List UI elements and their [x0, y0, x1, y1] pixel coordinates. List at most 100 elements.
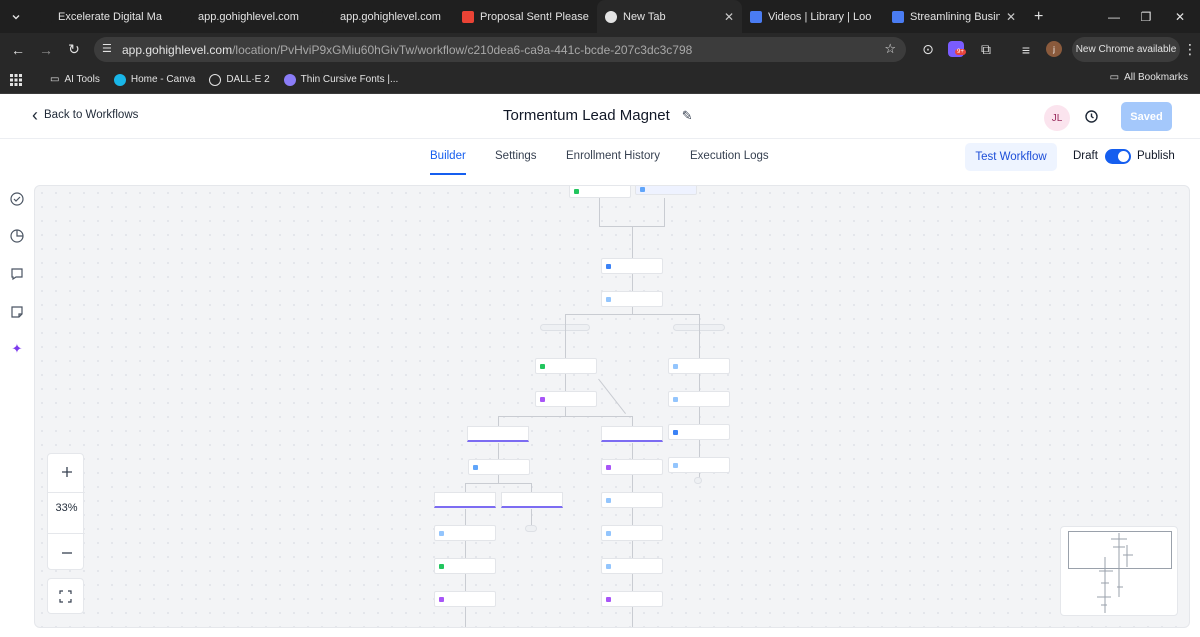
tab-label: app.gohighlevel.com — [198, 10, 299, 23]
connector — [565, 314, 699, 315]
extension-icon[interactable]: 9+ — [948, 41, 966, 57]
action-node[interactable] — [601, 459, 663, 475]
browser-tab-active[interactable]: New Tab ✕ — [597, 0, 742, 33]
bookmark-canva[interactable]: Home - Canva — [113, 73, 195, 86]
condition-node[interactable] — [468, 459, 530, 475]
action-node[interactable] — [668, 358, 730, 374]
action-node[interactable] — [601, 258, 663, 274]
tab-close-icon[interactable]: ✕ — [1006, 10, 1016, 24]
browser-tab[interactable]: app.gohighlevel.com — [314, 0, 454, 33]
zoom-out-button[interactable] — [48, 535, 85, 571]
action-node[interactable] — [601, 291, 663, 307]
action-node[interactable] — [434, 525, 496, 541]
browser-tab-strip: Excelerate Digital Ma app.gohighlevel.co… — [0, 0, 1200, 33]
connector — [465, 483, 466, 492]
address-bar[interactable]: ☰ app.gohighlevel.com/location/PvHviP9xG… — [94, 37, 906, 62]
bookmark-star-icon[interactable]: ☆ — [884, 41, 896, 57]
ai-sparkle-icon[interactable]: ✦ — [10, 341, 24, 356]
tab-close-icon[interactable]: ✕ — [724, 10, 734, 24]
new-tab-icon[interactable]: + — [1024, 8, 1053, 26]
tab-label: app.gohighlevel.com — [340, 10, 441, 23]
action-node[interactable] — [668, 424, 730, 440]
connector — [498, 416, 632, 417]
action-node[interactable] — [601, 591, 663, 607]
chrome-menu-icon[interactable]: ⋮ — [1176, 36, 1200, 64]
action-node[interactable] — [668, 391, 730, 407]
new-chrome-available-button[interactable]: New Chrome available — [1072, 37, 1180, 62]
action-node[interactable] — [434, 558, 496, 574]
edit-pencil-icon[interactable]: ✎ — [682, 108, 693, 124]
close-window-icon[interactable]: ✕ — [1164, 0, 1196, 33]
connector — [632, 574, 633, 591]
all-bookmarks-label: All Bookmarks — [1124, 72, 1188, 83]
bookmark-label: AI Tools — [64, 74, 100, 85]
browser-tab[interactable]: Videos | Library | Loo — [742, 0, 884, 33]
folder-icon: ▭ — [1109, 72, 1120, 83]
history-icon[interactable] — [1084, 109, 1099, 128]
connector — [465, 509, 466, 525]
browser-tab[interactable]: Proposal Sent! Please — [454, 0, 597, 33]
connector — [699, 407, 700, 424]
back-arrow-icon[interactable]: ← — [4, 36, 32, 64]
trigger-node[interactable] — [569, 186, 631, 198]
media-queue-icon[interactable]: ≡ — [1012, 36, 1040, 64]
browser-tab[interactable]: Excelerate Digital Ma — [32, 0, 172, 33]
workflow-canvas[interactable] — [34, 185, 1190, 628]
action-node[interactable] — [535, 391, 597, 407]
reading-mode-icon[interactable]: ⊙ — [914, 36, 942, 64]
action-node[interactable] — [668, 457, 730, 473]
browser-tab[interactable]: Streamlining Busines ✕ — [884, 0, 1024, 33]
branch-node[interactable] — [434, 492, 496, 508]
bookmark-thin-cursive-fonts[interactable]: Thin Cursive Fonts |... — [283, 73, 398, 86]
pie-chart-icon[interactable] — [10, 229, 24, 243]
action-node[interactable] — [601, 492, 663, 508]
add-trigger-node[interactable] — [635, 186, 697, 195]
action-node[interactable] — [434, 591, 496, 607]
comment-icon[interactable] — [10, 267, 24, 281]
zoom-in-button[interactable] — [48, 454, 85, 490]
check-circle-icon[interactable] — [10, 192, 24, 206]
all-bookmarks[interactable]: ▭ All Bookmarks — [1110, 72, 1188, 83]
wait-contact-reply-node[interactable] — [467, 426, 529, 442]
bookmark-label: DALL·E 2 — [226, 74, 270, 85]
publish-toggle[interactable] — [1105, 149, 1131, 164]
url-path: /location/PvHviP9xGMiu60hGivTw/workflow/… — [232, 42, 693, 57]
site-settings-icon[interactable]: ☰ — [102, 42, 112, 55]
action-icon — [540, 363, 545, 369]
workflow-tabs: Builder Settings Enrollment History Exec… — [0, 139, 1200, 182]
forward-arrow-icon[interactable]: → — [32, 36, 60, 64]
wait-time-node[interactable] — [601, 426, 663, 442]
tab-search-icon[interactable] — [0, 0, 32, 33]
connector — [699, 374, 700, 391]
bookmark-dalle[interactable]: DALL·E 2 — [209, 73, 270, 86]
fit-to-screen-button[interactable] — [47, 578, 84, 614]
loom-icon — [750, 10, 762, 23]
tab-execution-logs[interactable]: Execution Logs — [690, 150, 769, 173]
branch-node[interactable] — [501, 492, 563, 508]
user-avatar[interactable]: JL — [1044, 105, 1070, 131]
action-node[interactable] — [601, 558, 663, 574]
zoom-controls: 33% — [47, 453, 85, 571]
tab-builder[interactable]: Builder — [430, 150, 466, 175]
reload-icon[interactable]: ↻ — [60, 36, 88, 64]
connector — [565, 407, 566, 416]
profile-avatar-icon[interactable]: j — [1046, 41, 1062, 57]
action-node[interactable] — [601, 525, 663, 541]
minimap[interactable] — [1060, 526, 1178, 616]
connector — [599, 198, 600, 226]
workflow-title: Tormentum Lead Magnet ✎ — [503, 107, 693, 124]
minimize-icon[interactable]: — — [1098, 0, 1130, 33]
tab-settings[interactable]: Settings — [495, 150, 537, 173]
bookmark-ai-tools[interactable]: ▭ AI Tools — [50, 74, 100, 85]
connector — [498, 475, 499, 483]
browser-tab[interactable]: app.gohighlevel.com — [172, 0, 314, 33]
extensions-puzzle-icon[interactable]: ⧉ — [972, 36, 1000, 64]
test-workflow-button[interactable]: Test Workflow — [965, 143, 1057, 171]
back-to-workflows-link[interactable]: ‹ Back to Workflows — [32, 106, 138, 124]
restore-icon[interactable]: ❐ — [1130, 0, 1162, 33]
saved-button[interactable]: Saved — [1121, 102, 1172, 131]
apps-grid-icon[interactable] — [10, 73, 22, 86]
action-node[interactable] — [535, 358, 597, 374]
tab-enrollment-history[interactable]: Enrollment History — [566, 150, 660, 173]
note-icon[interactable] — [10, 305, 24, 319]
